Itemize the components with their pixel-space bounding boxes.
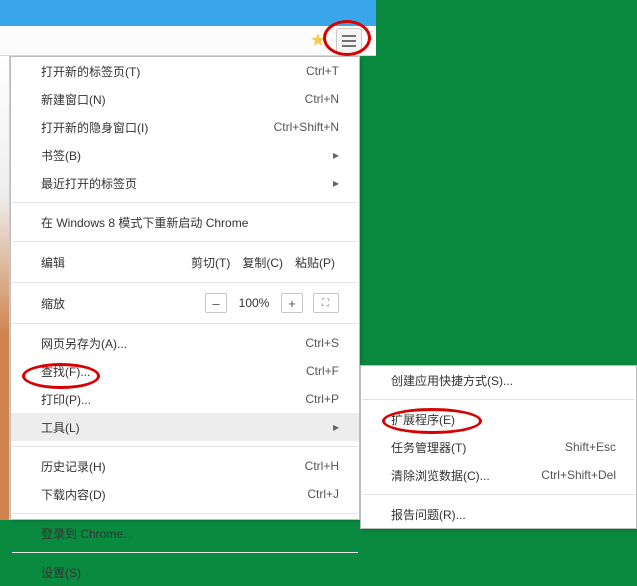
toolbar: ★ bbox=[0, 26, 376, 56]
menu-item-edit: 编辑 剪切(T) 复制(C) 粘贴(P) bbox=[11, 247, 359, 277]
zoom-label: 缩放 bbox=[41, 295, 205, 312]
separator bbox=[12, 202, 358, 203]
menu-item-shortcut: Ctrl+F bbox=[306, 364, 339, 378]
menu-item-shortcut: Ctrl+Shift+N bbox=[274, 120, 339, 134]
menu-item-label: 历史记录(H) bbox=[41, 458, 305, 475]
menu-item-label: 新建窗口(N) bbox=[41, 91, 305, 108]
menu-group: 报告问题(R)... bbox=[361, 500, 636, 528]
menu-item-label: 打开新的隐身窗口(I) bbox=[41, 119, 274, 136]
menu-item-label: 扩展程序(E) bbox=[391, 411, 616, 428]
separator bbox=[12, 323, 358, 324]
separator bbox=[12, 446, 358, 447]
menu-item-label: 下载内容(D) bbox=[41, 486, 307, 503]
menu-item[interactable]: 新建窗口(N)Ctrl+N bbox=[11, 85, 359, 113]
menu-item[interactable]: 报告问题(R)... bbox=[361, 500, 636, 528]
menu-item-shortcut: Ctrl+N bbox=[305, 92, 339, 106]
menu-item[interactable]: 设置(S) bbox=[11, 558, 359, 586]
separator bbox=[12, 241, 358, 242]
menu-item-label: 网页另存为(A)... bbox=[41, 335, 305, 352]
menu-item-shortcut: Ctrl+P bbox=[305, 392, 339, 406]
menu-item[interactable]: 打印(P)...Ctrl+P bbox=[11, 385, 359, 413]
menu-item-label: 在 Windows 8 模式下重新启动 Chrome bbox=[41, 214, 339, 231]
submenu-arrow-icon: ▸ bbox=[329, 420, 339, 434]
menu-item-label: 创建应用快捷方式(S)... bbox=[391, 372, 616, 389]
menu-group: 打开新的标签页(T)Ctrl+T新建窗口(N)Ctrl+N打开新的隐身窗口(I)… bbox=[11, 57, 359, 197]
separator bbox=[362, 399, 635, 400]
paste-button[interactable]: 粘贴(P) bbox=[291, 254, 339, 271]
edit-label: 编辑 bbox=[41, 254, 187, 271]
fullscreen-button[interactable]: ⛶ bbox=[313, 293, 339, 313]
zoom-value: 100% bbox=[231, 296, 277, 310]
menu-item[interactable]: 打开新的隐身窗口(I)Ctrl+Shift+N bbox=[11, 113, 359, 141]
menu-group: 创建应用快捷方式(S)... bbox=[361, 366, 636, 394]
separator bbox=[12, 513, 358, 514]
menu-item-shortcut: Ctrl+T bbox=[306, 64, 339, 78]
menu-item-zoom: 缩放 – 100% + ⛶ bbox=[11, 288, 359, 318]
menu-item[interactable]: 历史记录(H)Ctrl+H bbox=[11, 452, 359, 480]
menu-item-label: 任务管理器(T) bbox=[391, 439, 565, 456]
menu-item-label: 设置(S) bbox=[41, 564, 339, 581]
menu-group: 网页另存为(A)...Ctrl+S查找(F)...Ctrl+F打印(P)...C… bbox=[11, 329, 359, 441]
menu-item[interactable]: 查找(F)...Ctrl+F bbox=[11, 357, 359, 385]
menu-item-label: 查找(F)... bbox=[41, 363, 306, 380]
menu-item[interactable]: 任务管理器(T)Shift+Esc bbox=[361, 433, 636, 461]
submenu-arrow-icon: ▸ bbox=[329, 176, 339, 190]
menu-item-label: 打开新的标签页(T) bbox=[41, 63, 306, 80]
menu-item-shortcut: Ctrl+H bbox=[305, 459, 339, 473]
separator bbox=[362, 494, 635, 495]
menu-item-shortcut: Ctrl+S bbox=[305, 336, 339, 350]
bookmark-star-icon[interactable]: ★ bbox=[310, 30, 330, 50]
menu-item[interactable]: 登录到 Chrome... bbox=[11, 519, 359, 547]
page-content-strip bbox=[0, 56, 10, 520]
menu-item[interactable]: 清除浏览数据(C)...Ctrl+Shift+Del bbox=[361, 461, 636, 489]
menu-item-shortcut: Ctrl+Shift+Del bbox=[541, 468, 616, 482]
menu-item-label: 打印(P)... bbox=[41, 391, 305, 408]
menu-item-win8-restart[interactable]: 在 Windows 8 模式下重新启动 Chrome bbox=[11, 208, 359, 236]
tools-submenu: 创建应用快捷方式(S)... 扩展程序(E)任务管理器(T)Shift+Esc清… bbox=[360, 365, 637, 529]
menu-item-label: 书签(B) bbox=[41, 147, 323, 164]
menu-item[interactable]: 打开新的标签页(T)Ctrl+T bbox=[11, 57, 359, 85]
menu-group: 扩展程序(E)任务管理器(T)Shift+Esc清除浏览数据(C)...Ctrl… bbox=[361, 405, 636, 489]
menu-item-label: 清除浏览数据(C)... bbox=[391, 467, 541, 484]
separator bbox=[12, 552, 358, 553]
menu-item[interactable]: 最近打开的标签页 ▸ bbox=[11, 169, 359, 197]
menu-item-shortcut: Ctrl+J bbox=[307, 487, 339, 501]
menu-item[interactable]: 扩展程序(E) bbox=[361, 405, 636, 433]
menu-item-shortcut: Shift+Esc bbox=[565, 440, 616, 454]
menu-item[interactable]: 书签(B) ▸ bbox=[11, 141, 359, 169]
cut-button[interactable]: 剪切(T) bbox=[187, 254, 234, 271]
chrome-menu-button[interactable] bbox=[336, 28, 362, 54]
menu-group: 历史记录(H)Ctrl+H下载内容(D)Ctrl+J bbox=[11, 452, 359, 508]
menu-item[interactable]: 创建应用快捷方式(S)... bbox=[361, 366, 636, 394]
main-menu: 打开新的标签页(T)Ctrl+T新建窗口(N)Ctrl+N打开新的隐身窗口(I)… bbox=[10, 56, 360, 520]
menu-item-label: 登录到 Chrome... bbox=[41, 525, 339, 542]
menu-item-label: 最近打开的标签页 bbox=[41, 175, 323, 192]
submenu-arrow-icon: ▸ bbox=[329, 148, 339, 162]
window-titlebar bbox=[0, 0, 376, 26]
menu-group: 登录到 Chrome... bbox=[11, 519, 359, 547]
menu-item[interactable]: 网页另存为(A)...Ctrl+S bbox=[11, 329, 359, 357]
menu-item[interactable]: 工具(L) ▸ bbox=[11, 413, 359, 441]
separator bbox=[12, 282, 358, 283]
menu-group: 设置(S) bbox=[11, 558, 359, 586]
menu-item-label: 工具(L) bbox=[41, 419, 323, 436]
menu-item[interactable]: 下载内容(D)Ctrl+J bbox=[11, 480, 359, 508]
zoom-in-button[interactable]: + bbox=[281, 293, 303, 313]
zoom-out-button[interactable]: – bbox=[205, 293, 227, 313]
copy-button[interactable]: 复制(C) bbox=[238, 254, 287, 271]
